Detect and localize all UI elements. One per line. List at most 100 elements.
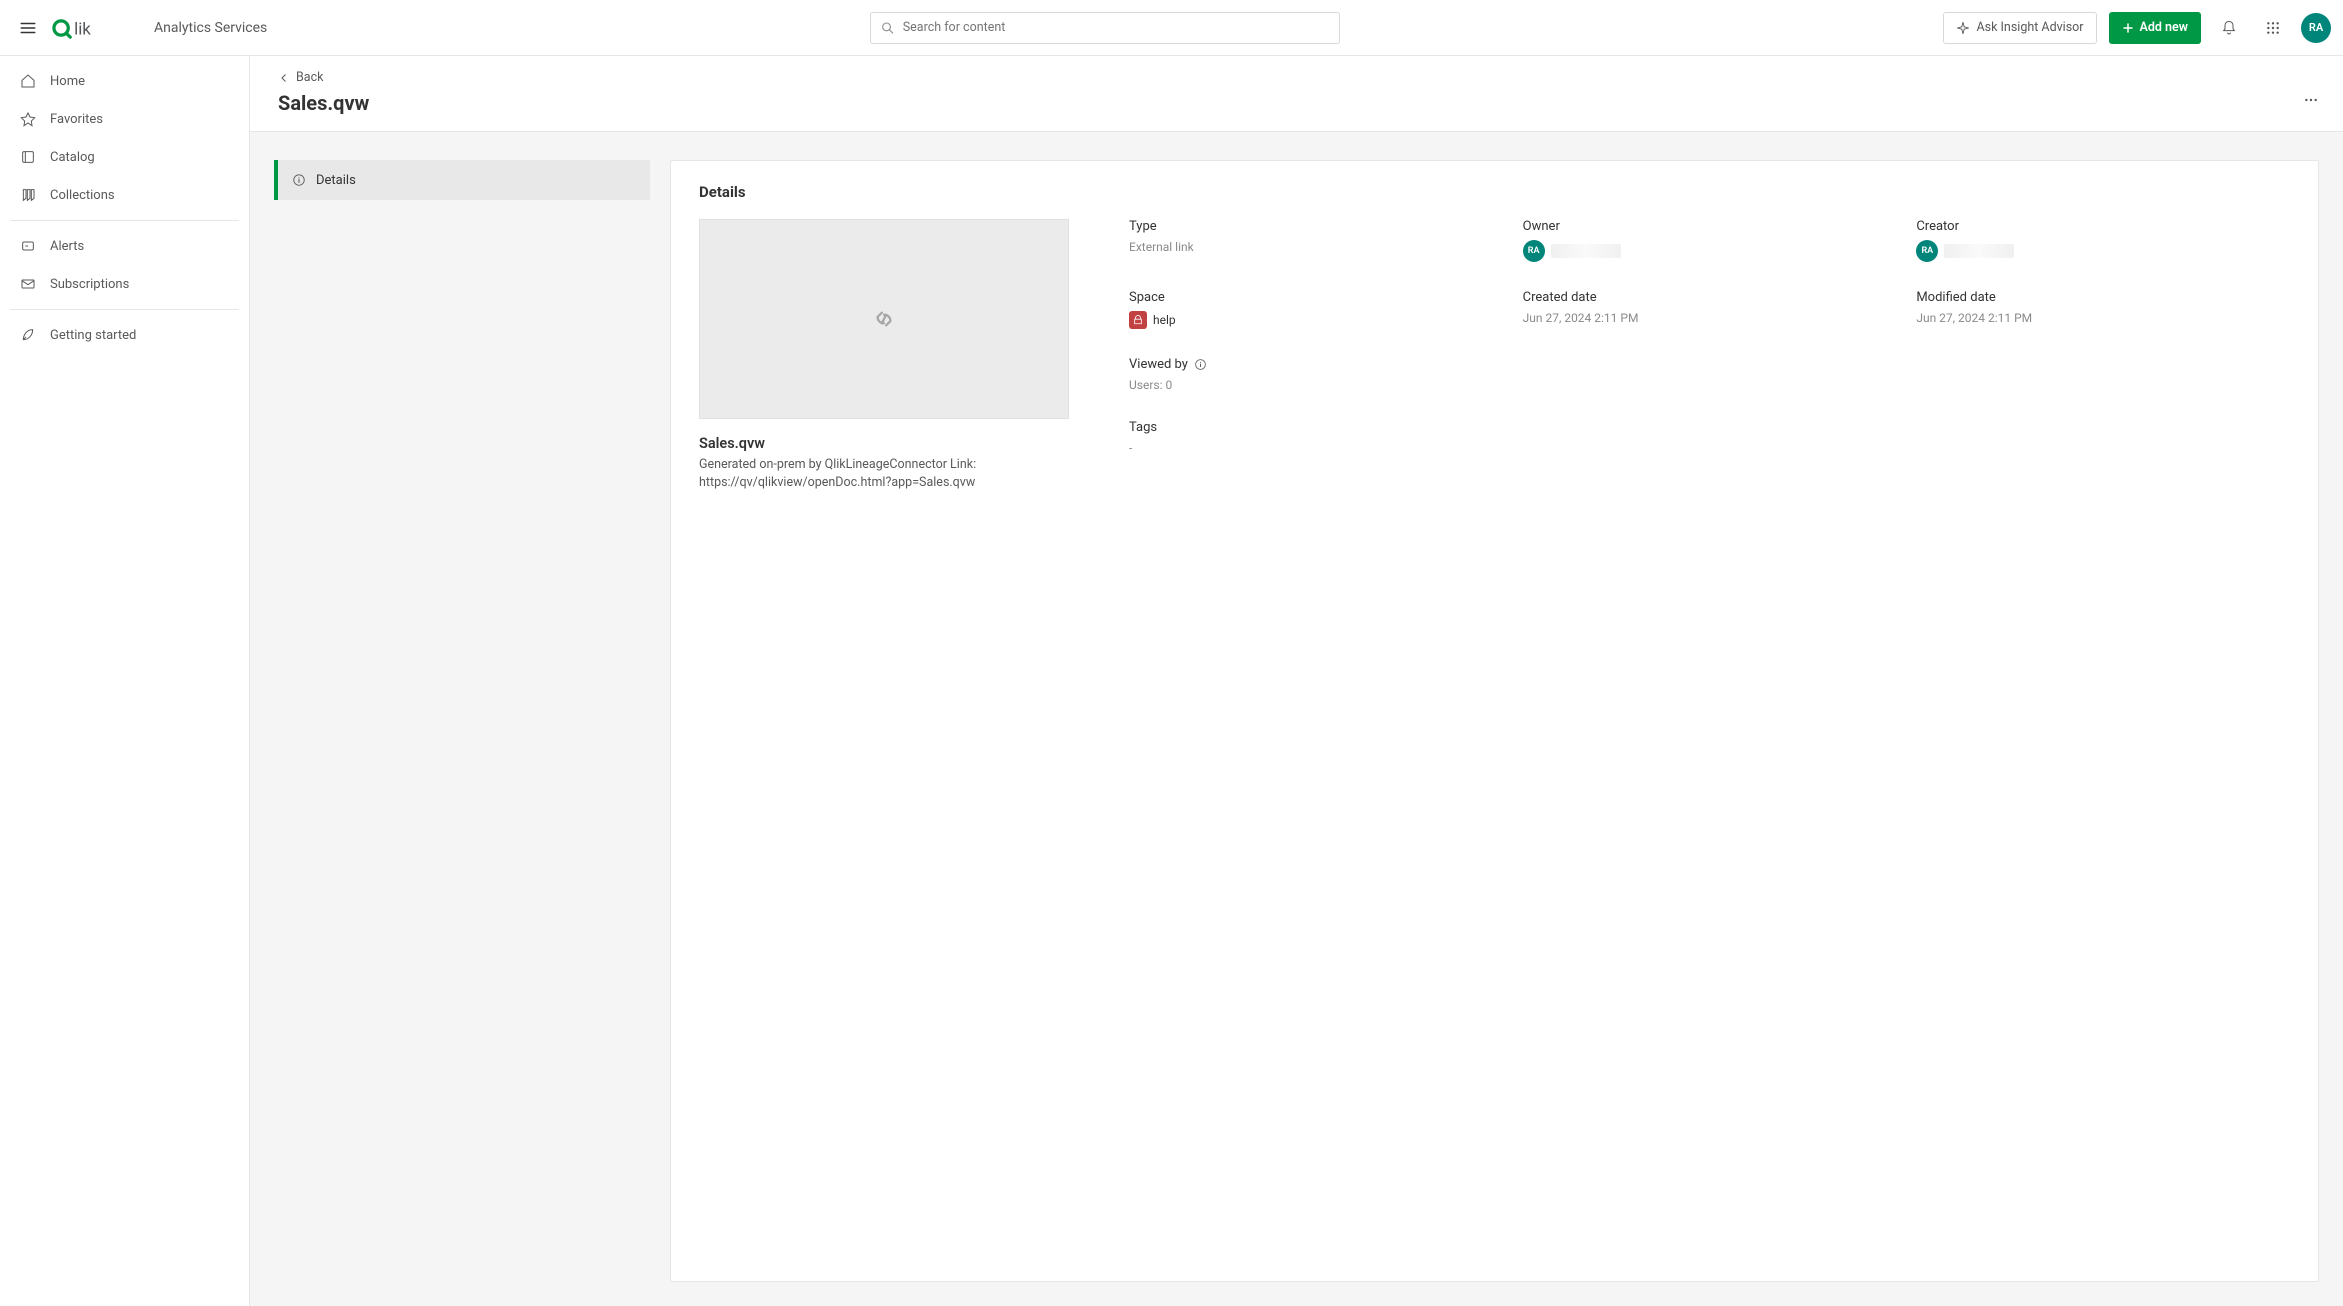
meta-tags: Tags - (1129, 420, 1503, 455)
meta-modified-label: Modified date (1916, 290, 2290, 305)
content: Back Sales.qvw Details Details (250, 56, 2343, 1306)
side-tab-details[interactable]: Details (274, 160, 650, 200)
sparkle-icon (1956, 21, 1970, 35)
sidebar-item-alerts[interactable]: Alerts (10, 227, 239, 265)
creator-avatar: RA (1916, 240, 1938, 262)
sidebar-item-subscriptions[interactable]: Subscriptions (10, 265, 239, 303)
meta-created-value: Jun 27, 2024 2:11 PM (1523, 311, 1897, 325)
sidebar-item-label: Catalog (50, 150, 95, 165)
page-title: Sales.qvw (278, 91, 2315, 115)
back-label: Back (296, 70, 323, 85)
sidebar-item-label: Alerts (50, 239, 84, 254)
sidebar-item-collections[interactable]: Collections (10, 176, 239, 214)
back-button[interactable]: Back (278, 70, 323, 85)
main-area: Details Details Sales.qvw Genera (250, 132, 2343, 1306)
side-tabs: Details (250, 160, 650, 1282)
ask-insight-advisor-button[interactable]: Ask Insight Advisor (1943, 12, 2096, 44)
details-panel: Details Sales.qvw Generated on-prem by Q… (670, 160, 2319, 1282)
sidebar-item-getting-started[interactable]: Getting started (10, 316, 239, 354)
hamburger-menu[interactable] (12, 12, 44, 44)
menu-icon (19, 19, 37, 37)
search-wrap (267, 12, 1943, 44)
meta-type-label: Type (1129, 219, 1503, 234)
meta-tags-label: Tags (1129, 420, 1503, 435)
meta-owner: Owner RA (1523, 219, 1897, 262)
sidebar-separator (10, 309, 239, 310)
add-new-button[interactable]: Add new (2109, 12, 2201, 44)
page-header: Back Sales.qvw (250, 56, 2343, 132)
sidebar-item-label: Getting started (50, 328, 136, 343)
meta-modified-value: Jun 27, 2024 2:11 PM (1916, 311, 2290, 325)
meta-created-label: Created date (1523, 290, 1897, 305)
alert-icon (20, 238, 36, 254)
topbar: lik Analytics Services Ask Insight Advis… (0, 0, 2343, 56)
meta-creator-value: RA (1916, 240, 2290, 262)
sidebar-item-label: Home (50, 74, 85, 89)
link-icon (866, 301, 902, 337)
file-description: Generated on-prem by QlikLineageConnecto… (699, 456, 1069, 491)
meta-creator: Creator RA (1916, 219, 2290, 262)
file-name: Sales.qvw (699, 435, 1069, 452)
meta-owner-value: RA (1523, 240, 1897, 262)
sidebar-item-favorites[interactable]: Favorites (10, 100, 239, 138)
space-icon (1129, 311, 1147, 329)
notifications-button[interactable] (2213, 12, 2245, 44)
ask-insight-advisor-label: Ask Insight Advisor (1976, 20, 2083, 35)
sidebar-item-label: Subscriptions (50, 277, 129, 292)
more-horizontal-icon (2303, 92, 2319, 108)
app-launcher-button[interactable] (2257, 12, 2289, 44)
body-wrap: Home Favorites Catalog Collections Alert… (0, 56, 2343, 1306)
owner-name-redacted (1551, 244, 1621, 258)
svg-text:lik: lik (74, 19, 91, 39)
qlik-logo-icon: lik (52, 15, 130, 41)
meta-creator-label: Creator (1916, 219, 2290, 234)
preview-thumbnail (699, 219, 1069, 419)
search-box[interactable] (870, 12, 1340, 44)
plus-icon (2122, 22, 2134, 34)
meta-viewed-by-label: Viewed by (1129, 357, 1503, 372)
panel-heading: Details (699, 183, 2290, 201)
bell-icon (2221, 20, 2237, 36)
meta-type: Type External link (1129, 219, 1503, 262)
meta-space-value[interactable]: help (1129, 311, 1503, 329)
meta-tags-value: - (1129, 441, 1503, 455)
search-input[interactable] (903, 20, 1330, 35)
info-icon (292, 173, 306, 187)
meta-viewed-by: Viewed by Users: 0 (1129, 357, 1503, 392)
meta-space-label: Space (1129, 290, 1503, 305)
meta-viewed-by-value: Users: 0 (1129, 378, 1503, 392)
sidebar-item-catalog[interactable]: Catalog (10, 138, 239, 176)
search-icon (881, 21, 894, 35)
chevron-left-icon (278, 72, 290, 84)
mail-icon (20, 276, 36, 292)
sidebar-item-label: Collections (50, 188, 115, 203)
catalog-icon (20, 149, 36, 165)
sidebar-item-label: Favorites (50, 112, 103, 127)
sidebar-separator (10, 220, 239, 221)
owner-avatar: RA (1523, 240, 1545, 262)
side-tab-label: Details (316, 173, 356, 188)
grid-icon (2265, 20, 2281, 36)
sidebar: Home Favorites Catalog Collections Alert… (0, 56, 250, 1306)
user-avatar[interactable]: RA (2301, 13, 2331, 43)
meta-type-value: External link (1129, 240, 1503, 254)
more-actions-button[interactable] (2303, 92, 2319, 112)
qlik-logo[interactable]: lik (52, 15, 130, 41)
home-icon (20, 73, 36, 89)
meta-owner-label: Owner (1523, 219, 1897, 234)
star-icon (20, 111, 36, 127)
meta-modified: Modified date Jun 27, 2024 2:11 PM (1916, 290, 2290, 329)
topbar-right: Ask Insight Advisor Add new RA (1943, 12, 2331, 44)
preview-column: Sales.qvw Generated on-prem by QlikLinea… (699, 219, 1069, 491)
meta-columns: Type External link Owner RA Creator (1129, 219, 2290, 491)
rocket-icon (20, 327, 36, 343)
creator-name-redacted (1944, 244, 2014, 258)
collections-icon (20, 187, 36, 203)
info-icon[interactable] (1194, 358, 1207, 371)
product-name: Analytics Services (154, 20, 267, 36)
details-grid: Sales.qvw Generated on-prem by QlikLinea… (699, 219, 2290, 491)
meta-created: Created date Jun 27, 2024 2:11 PM (1523, 290, 1897, 329)
add-new-label: Add new (2140, 20, 2188, 35)
space-name: help (1153, 313, 1176, 327)
sidebar-item-home[interactable]: Home (10, 62, 239, 100)
